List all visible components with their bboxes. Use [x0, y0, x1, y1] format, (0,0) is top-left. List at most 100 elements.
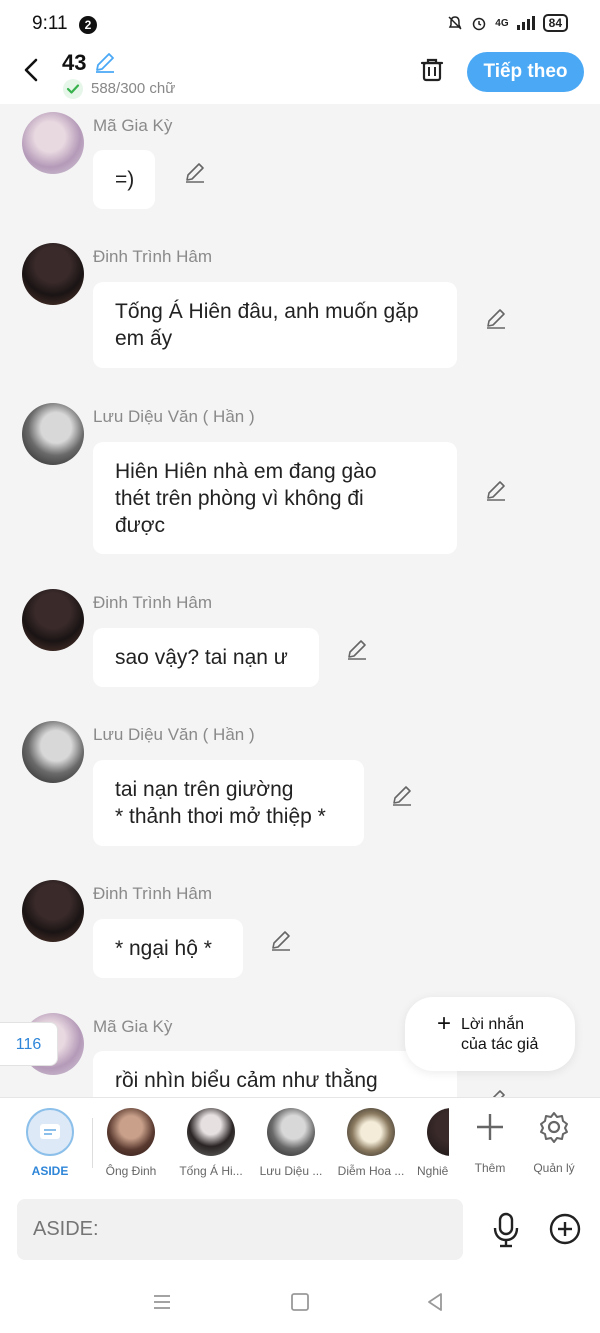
avatar[interactable] — [22, 880, 84, 942]
edit-pencil-icon[interactable] — [345, 637, 369, 661]
back-arrow-icon[interactable] — [18, 56, 46, 84]
character-name: Diễm Hoa ... — [337, 1164, 405, 1178]
message-line: sao vậy? tai nạn ư — [115, 646, 288, 669]
recent-apps-icon[interactable] — [151, 1291, 173, 1313]
message-bubble[interactable]: * ngại hộ * — [93, 919, 243, 978]
manage-label: Quản lý — [533, 1161, 575, 1175]
message-line: rồi nhìn biểu cảm như thằng — [115, 1069, 378, 1092]
message-line: Tống Á Hiên đâu, anh muốn gặp — [115, 300, 419, 323]
message-line: * thảnh thơi mở thiệp * — [115, 805, 326, 828]
chat-message: Lưu Diệu Văn ( Hần ) tai nạn trên giường… — [0, 721, 600, 851]
character-name: Tống Á Hi... — [179, 1164, 243, 1178]
message-line: tai nạn trên giường — [115, 778, 294, 801]
alarm-icon — [473, 17, 486, 31]
plus-icon — [477, 1114, 503, 1140]
message-count-badge[interactable]: 116 — [0, 1022, 58, 1066]
avatar[interactable] — [22, 589, 84, 651]
message-bubble[interactable]: Tống Á Hiên đâu, anh muốn gặp em ấy — [93, 282, 457, 368]
battery-level: 84 — [542, 14, 568, 32]
message-line: em ấy — [115, 327, 173, 350]
character-name: Ông Đinh — [105, 1164, 157, 1178]
character-item[interactable]: Lưu Diệu ... — [251, 1108, 331, 1178]
back-triangle-icon[interactable] — [424, 1291, 446, 1313]
speaker-name: Mã Gia Kỳ — [93, 1017, 173, 1036]
gear-icon — [540, 1112, 568, 1143]
speaker-name: Đinh Trình Hâm — [93, 884, 213, 903]
chat-message: Mã Gia Kỳ =) — [0, 112, 600, 212]
microphone-icon[interactable] — [490, 1212, 522, 1248]
edit-pencil-icon[interactable] — [269, 928, 293, 952]
add-character-button[interactable]: Thêm — [460, 1108, 520, 1175]
speaker-name: Lưu Diệu Văn ( Hần ) — [93, 407, 255, 426]
system-nav-bar — [0, 1269, 600, 1333]
speaker-name: Lưu Diệu Văn ( Hần ) — [93, 725, 255, 744]
message-bubble[interactable]: rồi nhìn biểu cảm như thằng — [93, 1051, 457, 1097]
manage-button[interactable]: Quản lý — [524, 1108, 584, 1175]
avatar[interactable] — [22, 403, 84, 465]
check-icon — [63, 79, 83, 99]
status-bar: 9:11 2 4G 84 — [0, 0, 600, 50]
chapter-number: 43 — [62, 50, 87, 75]
author-note-button[interactable]: + Lời nhắn của tác giả — [405, 997, 575, 1071]
chat-message: Đinh Trình Hâm sao vậy? tai nạn ư — [0, 589, 600, 689]
editor-header: 43 588/300 chữ Tiếp theo — [0, 50, 600, 104]
network-type: 4G — [495, 17, 509, 29]
message-input[interactable] — [17, 1199, 463, 1260]
edit-pencil-icon[interactable] — [390, 783, 414, 807]
status-icons: 4G 84 — [447, 14, 568, 32]
character-name: ASIDE — [31, 1164, 69, 1178]
notification-count-badge: 2 — [79, 16, 97, 34]
chat-message: Đinh Trình Hâm * ngại hộ * — [0, 880, 600, 980]
signal-icon — [516, 16, 535, 30]
character-bar: ASIDE Ông Đinh Tống Á Hi... Lưu Diệu ...… — [0, 1097, 600, 1189]
message-bubble[interactable]: Hiên Hiên nhà em đang gào thét trên phòn… — [93, 442, 457, 554]
character-aside[interactable]: ASIDE — [10, 1108, 90, 1178]
edit-pencil-icon[interactable] — [183, 160, 207, 184]
character-item[interactable]: Nghiê — [411, 1108, 449, 1178]
character-avatar — [267, 1108, 315, 1156]
character-name: Nghiê — [417, 1164, 449, 1178]
author-note-label-line: Lời nhắn — [461, 1016, 524, 1033]
character-avatar — [107, 1108, 155, 1156]
aside-avatar — [26, 1108, 74, 1156]
add-label: Thêm — [474, 1161, 506, 1175]
status-time: 9:11 — [32, 13, 68, 34]
speaker-name: Mã Gia Kỳ — [93, 116, 173, 135]
message-line: =) — [115, 168, 135, 191]
message-bubble[interactable]: tai nạn trên giường * thảnh thơi mở thiệ… — [93, 760, 364, 846]
message-line: * ngại hộ * — [115, 937, 212, 960]
character-item[interactable]: Tống Á Hi... — [171, 1108, 251, 1178]
edit-pencil-icon[interactable] — [484, 478, 508, 502]
chat-message: Lưu Diệu Văn ( Hần ) Hiên Hiên nhà em đa… — [0, 403, 600, 558]
message-line: Hiên Hiên nhà em đang gào — [115, 460, 377, 483]
avatar[interactable] — [22, 112, 84, 174]
composer-bar — [0, 1189, 600, 1269]
plus-icon: + — [437, 1010, 452, 1037]
message-bubble[interactable]: sao vậy? tai nạn ư — [93, 628, 319, 687]
character-name: Lưu Diệu ... — [259, 1164, 323, 1178]
character-avatar — [187, 1108, 235, 1156]
bell-off-icon — [448, 16, 462, 30]
speaker-name: Đinh Trình Hâm — [93, 593, 213, 612]
character-item[interactable]: Diễm Hoa ... — [331, 1108, 411, 1178]
avatar[interactable] — [22, 721, 84, 783]
author-note-label: Lời nhắn của tác giả — [461, 1015, 551, 1055]
word-count: 588/300 chữ — [91, 80, 176, 97]
message-line: được — [115, 514, 166, 537]
avatar[interactable] — [22, 243, 84, 305]
message-bubble[interactable]: =) — [93, 150, 155, 209]
home-icon[interactable] — [289, 1291, 311, 1313]
character-avatar — [347, 1108, 395, 1156]
edit-pencil-icon[interactable] — [484, 306, 508, 330]
edit-title-pencil-icon[interactable] — [93, 50, 117, 74]
trash-icon[interactable] — [418, 56, 446, 84]
character-avatar — [427, 1108, 449, 1156]
edit-pencil-icon[interactable] — [484, 1087, 508, 1097]
chat-bubble-icon — [40, 1124, 60, 1139]
message-line: thét trên phòng vì không đi — [115, 487, 364, 510]
next-button[interactable]: Tiếp theo — [467, 52, 584, 92]
add-circle-icon[interactable] — [549, 1213, 581, 1245]
author-note-label-line: của tác giả — [461, 1036, 539, 1053]
chat-message: Đinh Trình Hâm Tống Á Hiên đâu, anh muốn… — [0, 243, 600, 373]
character-item[interactable]: Ông Đinh — [91, 1108, 171, 1178]
